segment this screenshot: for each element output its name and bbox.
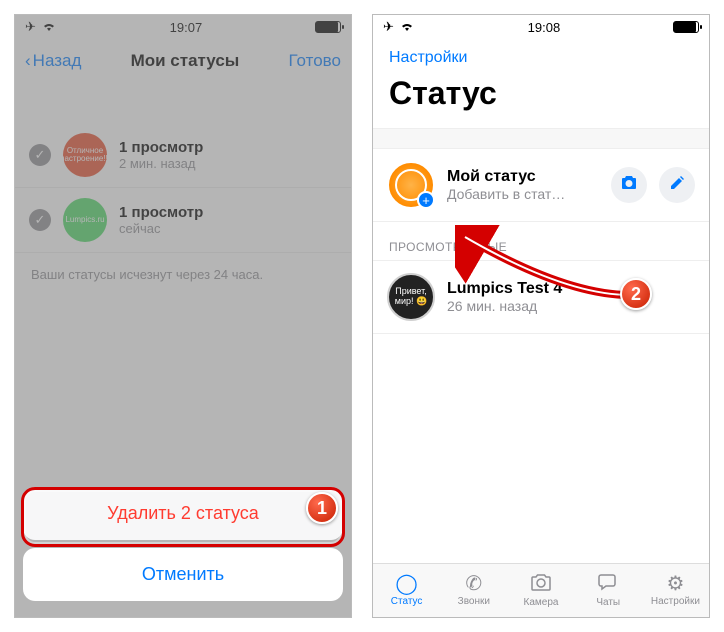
gear-icon: ⚙: [666, 574, 684, 594]
status-bar: ✈ 19:08: [373, 15, 709, 39]
viewed-title: Lumpics Test 4: [447, 280, 695, 298]
camera-button[interactable]: [611, 167, 647, 203]
cancel-button[interactable]: Отменить: [23, 548, 343, 601]
tab-label: Чаты: [596, 597, 620, 608]
camera-icon: [530, 573, 552, 595]
plus-icon: +: [417, 191, 435, 209]
pencil-icon: [669, 175, 685, 196]
airplane-icon: ✈: [383, 19, 394, 35]
tab-camera[interactable]: Камера: [507, 564, 574, 617]
action-sheet: Удалить 2 статуса Отменить: [23, 487, 343, 609]
page-title: Статус: [373, 67, 709, 128]
tab-bar: ◯ Статус ✆ Звонки Камера Чаты ⚙ Настройк…: [373, 563, 709, 617]
settings-link[interactable]: Настройки: [389, 49, 467, 66]
phone-icon: ✆: [465, 574, 482, 594]
my-status-subtitle: Добавить в стат…: [447, 186, 599, 202]
tab-settings[interactable]: ⚙ Настройки: [642, 564, 709, 617]
viewed-subtitle: 26 мин. назад: [447, 298, 695, 314]
section-header-viewed: ПРОСМОТРЕННЫЕ: [373, 222, 709, 260]
camera-icon: [620, 175, 638, 195]
nav-bar: Настройки: [373, 39, 709, 67]
annotation-badge-2: 2: [620, 278, 652, 310]
tab-label: Статус: [391, 596, 423, 607]
tab-label: Камера: [524, 597, 559, 608]
chats-icon: [597, 573, 619, 595]
tab-calls[interactable]: ✆ Звонки: [440, 564, 507, 617]
my-status-title: Мой статус: [447, 168, 599, 186]
tab-chats[interactable]: Чаты: [575, 564, 642, 617]
edit-button[interactable]: [659, 167, 695, 203]
my-status-avatar: +: [387, 161, 435, 209]
viewed-avatar: Привет, мир! 😃: [387, 273, 435, 321]
clock: 19:08: [528, 20, 561, 35]
right-screenshot: ✈ 19:08 Настройки Статус + Мой статус До…: [372, 14, 710, 618]
tab-label: Настройки: [651, 596, 700, 607]
wifi-icon: [399, 20, 415, 35]
left-screenshot: ✈ 19:07 ‹ Назад Мои статусы Готово ✓ Отл…: [14, 14, 352, 618]
status-icon: ◯: [395, 574, 417, 594]
annotation-badge-1: 1: [306, 492, 338, 524]
viewed-row[interactable]: Привет, мир! 😃 Lumpics Test 4 26 мин. на…: [373, 260, 709, 334]
battery-icon: [673, 21, 699, 33]
delete-button[interactable]: Удалить 2 статуса: [23, 487, 343, 540]
tab-label: Звонки: [458, 596, 490, 607]
my-status-row[interactable]: + Мой статус Добавить в стат…: [373, 148, 709, 222]
tab-status[interactable]: ◯ Статус: [373, 564, 440, 617]
